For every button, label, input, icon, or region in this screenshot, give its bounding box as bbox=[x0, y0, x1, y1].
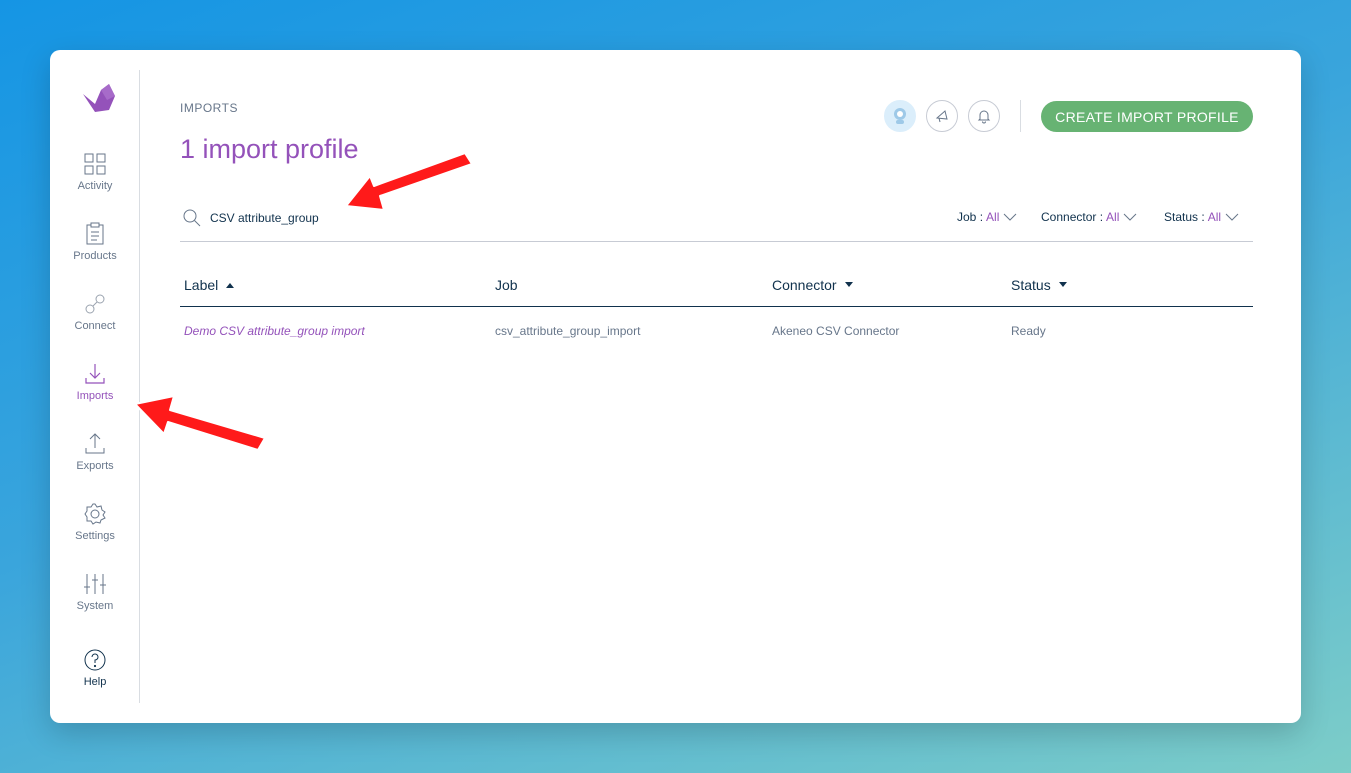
header-divider bbox=[1020, 100, 1021, 132]
row-status: Ready bbox=[1011, 324, 1046, 338]
column-title: Job bbox=[495, 277, 518, 293]
megaphone-icon bbox=[935, 110, 948, 123]
clipboard-icon bbox=[86, 222, 104, 245]
filter-value: All bbox=[1207, 210, 1222, 224]
app-window: Activity Products Connect Imports Export… bbox=[50, 50, 1301, 723]
sliders-icon bbox=[84, 574, 106, 594]
search-bar: Job : All Connector : All Status : All bbox=[180, 205, 1253, 242]
sidebar-item-label: System bbox=[76, 600, 114, 612]
gear-icon bbox=[84, 503, 106, 525]
chevron-down-icon bbox=[1124, 213, 1137, 221]
sort-desc-icon bbox=[1058, 282, 1067, 287]
filter-status[interactable]: Status : All bbox=[1164, 210, 1239, 224]
filter-job[interactable]: Job : All bbox=[957, 210, 1017, 224]
column-title: Connector bbox=[772, 277, 837, 293]
sidebar-item-label: Products bbox=[73, 250, 117, 262]
page-title: 1 import profile bbox=[180, 134, 359, 164]
create-import-profile-button[interactable]: CREATE IMPORT PROFILE bbox=[1041, 101, 1253, 132]
row-job: csv_attribute_group_import bbox=[495, 324, 641, 338]
notifications-button[interactable] bbox=[968, 100, 1000, 132]
sidebar-item-imports[interactable]: Imports bbox=[50, 362, 140, 422]
filter-label: Connector bbox=[1041, 210, 1097, 224]
filter-connector[interactable]: Connector : All bbox=[1041, 210, 1137, 224]
column-header-label[interactable]: Label bbox=[184, 277, 235, 293]
import-profiles-table: Label Job Connector Status Demo CSV attr… bbox=[180, 270, 1253, 357]
sidebar-item-connect[interactable]: Connect bbox=[50, 292, 140, 352]
column-title: Label bbox=[184, 277, 219, 293]
search-icon bbox=[183, 209, 201, 227]
avatar-icon bbox=[894, 108, 906, 124]
breadcrumb[interactable]: IMPORTS bbox=[180, 101, 238, 115]
sidebar-item-label: Imports bbox=[76, 390, 114, 402]
help-icon bbox=[84, 649, 106, 671]
export-icon bbox=[85, 433, 105, 454]
filter-label: Job bbox=[957, 210, 977, 224]
column-title: Status bbox=[1011, 277, 1051, 293]
akeneo-logo[interactable] bbox=[81, 80, 117, 116]
import-icon bbox=[85, 364, 105, 384]
sort-asc-icon bbox=[226, 283, 235, 288]
column-header-connector[interactable]: Connector bbox=[772, 277, 853, 293]
sidebar-item-label: Exports bbox=[76, 460, 114, 472]
search-input[interactable] bbox=[210, 208, 710, 228]
column-header-status[interactable]: Status bbox=[1011, 277, 1067, 293]
chevron-down-icon bbox=[1004, 213, 1017, 221]
sidebar: Activity Products Connect Imports Export… bbox=[50, 70, 140, 703]
sidebar-item-products[interactable]: Products bbox=[50, 222, 140, 282]
grid-icon bbox=[84, 153, 106, 175]
sidebar-item-label: Help bbox=[83, 676, 107, 688]
bell-icon bbox=[977, 110, 991, 124]
row-label[interactable]: Demo CSV attribute_group import bbox=[184, 324, 365, 338]
sidebar-item-exports[interactable]: Exports bbox=[50, 432, 140, 492]
user-avatar[interactable] bbox=[884, 100, 916, 132]
sidebar-item-label: Activity bbox=[77, 180, 113, 192]
table-row[interactable]: Demo CSV attribute_group import csv_attr… bbox=[180, 307, 1253, 357]
filter-value: All bbox=[986, 210, 1000, 224]
filter-label: Status bbox=[1164, 210, 1199, 224]
table-header: Label Job Connector Status bbox=[180, 270, 1253, 307]
row-connector: Akeneo CSV Connector bbox=[772, 324, 900, 338]
sidebar-item-label: Connect bbox=[74, 320, 116, 332]
column-header-job: Job bbox=[495, 277, 518, 293]
chevron-down-icon bbox=[1225, 213, 1239, 221]
sidebar-item-system[interactable]: System bbox=[50, 572, 140, 632]
announcements-button[interactable] bbox=[926, 100, 958, 132]
sidebar-item-activity[interactable]: Activity bbox=[50, 152, 140, 212]
sidebar-item-label: Settings bbox=[75, 530, 115, 542]
filter-value: All bbox=[1106, 210, 1120, 224]
sidebar-item-settings[interactable]: Settings bbox=[50, 502, 140, 562]
sort-desc-icon bbox=[844, 282, 853, 287]
sidebar-item-help[interactable]: Help bbox=[50, 648, 140, 708]
link-icon bbox=[85, 294, 105, 314]
